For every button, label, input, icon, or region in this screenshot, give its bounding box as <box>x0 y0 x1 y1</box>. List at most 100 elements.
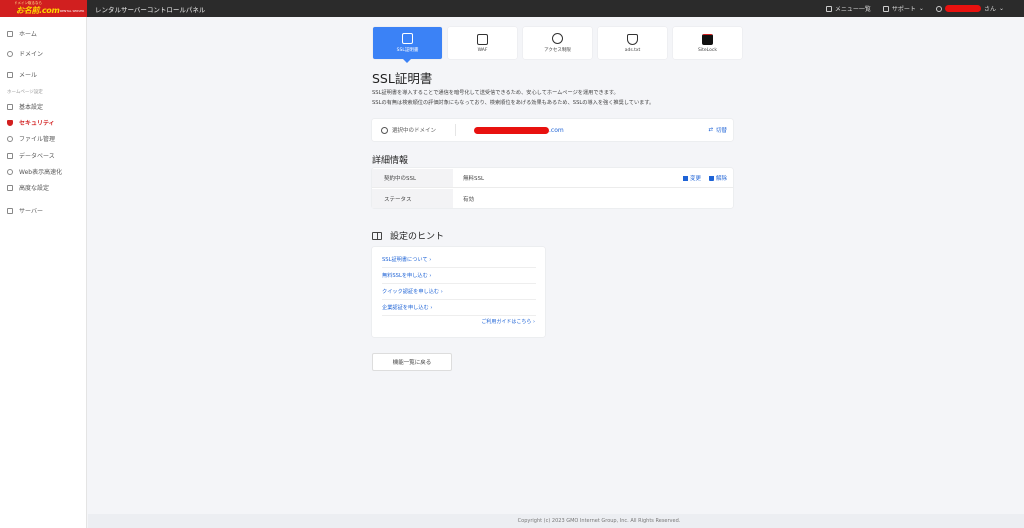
sidebar-item-web-speed[interactable]: Web表示高速化 <box>7 167 62 176</box>
page-description: SSL証明書を導入することで通信を暗号化して送受信できるため、安心してホームペー… <box>372 88 792 108</box>
domain-label: 選択中のドメイン <box>381 124 456 136</box>
book-icon <box>372 231 382 240</box>
divider <box>382 299 536 300</box>
security-tabs: SSL証明書 WAF アクセス制限 ads.txt SiteLock <box>373 27 742 63</box>
logo-sub: RENTAL SERVER <box>60 9 85 13</box>
grid-icon <box>825 5 832 12</box>
tab-access-restriction[interactable]: アクセス制限 <box>523 27 592 59</box>
sidebar-item-label: ドメイン <box>19 51 44 58</box>
support-label: サポート <box>891 6 916 13</box>
sidebar: ホーム ドメイン メール ホームページ設定 基本設定 セキュリティ ファイル管理… <box>0 17 87 528</box>
main-content: SSL証明書 WAF アクセス制限 ads.txt SiteLock SSL証明… <box>88 17 1024 528</box>
sidebar-item-mail[interactable]: メール <box>7 70 37 79</box>
hints-card: SSL証明書について › 無料SSLを申し込む › クイック認証を申し込む › … <box>372 247 545 337</box>
menu-list-button[interactable]: メニュー一覧 <box>825 4 871 13</box>
hint-link-quick-auth[interactable]: クイック認証を申し込む › <box>382 288 536 295</box>
home-icon <box>7 30 13 37</box>
book-icon <box>882 5 889 12</box>
tab-sitelock[interactable]: SiteLock <box>673 27 742 59</box>
table-row: ステータス 有効 <box>372 189 733 208</box>
divider <box>382 267 536 268</box>
sidebar-item-label: ファイル管理 <box>19 136 56 143</box>
row-key: ステータス <box>372 189 453 208</box>
people-icon <box>7 135 13 142</box>
chevron-down-icon: ⌄ <box>998 5 1004 12</box>
speed-icon <box>7 168 13 175</box>
sidebar-item-label: ホーム <box>19 31 37 38</box>
sidebar-item-label: メール <box>19 72 38 79</box>
details-table: 契約中のSSL 無料SSL 変更 解除 ステータス 有効 <box>372 168 733 208</box>
globe-icon <box>381 126 388 134</box>
hint-link-corporate-auth[interactable]: 企業認証を申し込む › <box>382 304 536 311</box>
row-key: 契約中のSSL <box>372 169 453 187</box>
user-icon <box>935 5 942 12</box>
sidebar-item-label: 基本設定 <box>19 104 44 111</box>
user-suffix: さん <box>983 6 996 13</box>
certificate-icon <box>402 33 413 44</box>
logo-text: お名前.com <box>16 6 60 15</box>
sidebar-item-basic-settings[interactable]: 基本設定 <box>7 102 43 111</box>
domain-value: .com <box>474 126 564 134</box>
block-icon <box>552 33 563 44</box>
shield-icon <box>7 119 13 126</box>
ads-shield-icon <box>627 33 638 45</box>
sidebar-item-database[interactable]: データベース <box>7 151 55 160</box>
sidebar-item-file-management[interactable]: ファイル管理 <box>7 134 55 143</box>
usage-guide-link[interactable]: ご利用ガイドはこちら › <box>481 318 535 325</box>
redacted-domain <box>474 126 549 134</box>
settings-icon <box>7 184 13 191</box>
tab-ssl[interactable]: SSL証明書 <box>373 27 442 63</box>
sidebar-item-server[interactable]: サーバー <box>7 206 43 215</box>
domain-label-text: 選択中のドメイン <box>392 128 437 134</box>
switch-label: 切替 <box>715 128 727 134</box>
support-button[interactable]: サポート ⌄ <box>882 4 924 13</box>
tab-waf[interactable]: WAF <box>448 27 517 59</box>
onamae-logo[interactable]: ドメイン取るなら お名前.com RENTAL SERVER <box>0 0 87 17</box>
domain-suffix: .com <box>549 126 564 134</box>
hints-title: 設定のヒント <box>372 229 444 242</box>
app-title: レンタルサーバーコントロールパネル <box>95 5 206 14</box>
cancel-ssl-button[interactable]: 解除 <box>708 174 727 182</box>
back-to-features-button[interactable]: 機能一覧に戻る <box>372 353 452 371</box>
hint-link-free-ssl[interactable]: 無料SSLを申し込む › <box>382 272 536 279</box>
sidebar-item-label: Web表示高速化 <box>19 169 63 176</box>
sidebar-item-home[interactable]: ホーム <box>7 29 37 38</box>
tab-label: SSL証明書 <box>396 48 419 53</box>
tab-ads-txt[interactable]: ads.txt <box>598 27 667 59</box>
details-title: 詳細情報 <box>372 156 409 166</box>
selected-domain-card: 選択中のドメイン .com ⇄ 切替 <box>372 119 733 141</box>
description-line: SSL証明書を導入することで通信を暗号化して送受信できるため、安心してホームペー… <box>372 90 619 96</box>
sidebar-item-domain[interactable]: ドメイン <box>7 49 43 58</box>
firewall-icon <box>477 33 488 45</box>
page-title: SSL証明書 <box>372 71 433 86</box>
sidebar-item-label: セキュリティ <box>19 120 55 127</box>
mail-icon <box>7 71 13 78</box>
tab-label: アクセス制限 <box>544 48 571 53</box>
divider <box>382 315 536 316</box>
sidebar-item-security[interactable]: セキュリティ <box>7 118 55 127</box>
change-label: 変更 <box>689 176 701 182</box>
sidebar-item-label: 高度な設定 <box>19 185 50 192</box>
hints-title-text: 設定のヒント <box>390 232 445 242</box>
tab-label: SiteLock <box>698 47 717 53</box>
tab-label: ads.txt <box>624 47 641 53</box>
sidebar-item-label: データベース <box>19 153 55 160</box>
chevron-down-icon: ⌄ <box>918 5 924 12</box>
hint-link-ssl-about[interactable]: SSL証明書について › <box>382 256 536 263</box>
footer-copyright: Copyright (c) 2023 GMO Internet Group, I… <box>88 514 1024 528</box>
user-menu-button[interactable]: さん ⌄ <box>935 4 1004 13</box>
menu-list-label: メニュー一覧 <box>834 6 871 13</box>
row-actions: 変更 解除 <box>682 174 727 182</box>
monitor-icon <box>7 103 13 110</box>
domain-switch-button[interactable]: ⇄ 切替 <box>708 126 727 134</box>
sidebar-item-label: サーバー <box>19 208 43 215</box>
row-value: 無料SSL <box>463 176 485 182</box>
redacted-username <box>944 5 981 12</box>
row-value: 有効 <box>463 196 475 203</box>
change-button[interactable]: 変更 <box>682 174 701 182</box>
sidebar-item-advanced-settings[interactable]: 高度な設定 <box>7 183 49 192</box>
pencil-icon <box>682 175 688 181</box>
trash-icon <box>708 175 714 181</box>
server-icon <box>7 207 13 214</box>
database-icon <box>7 152 13 159</box>
